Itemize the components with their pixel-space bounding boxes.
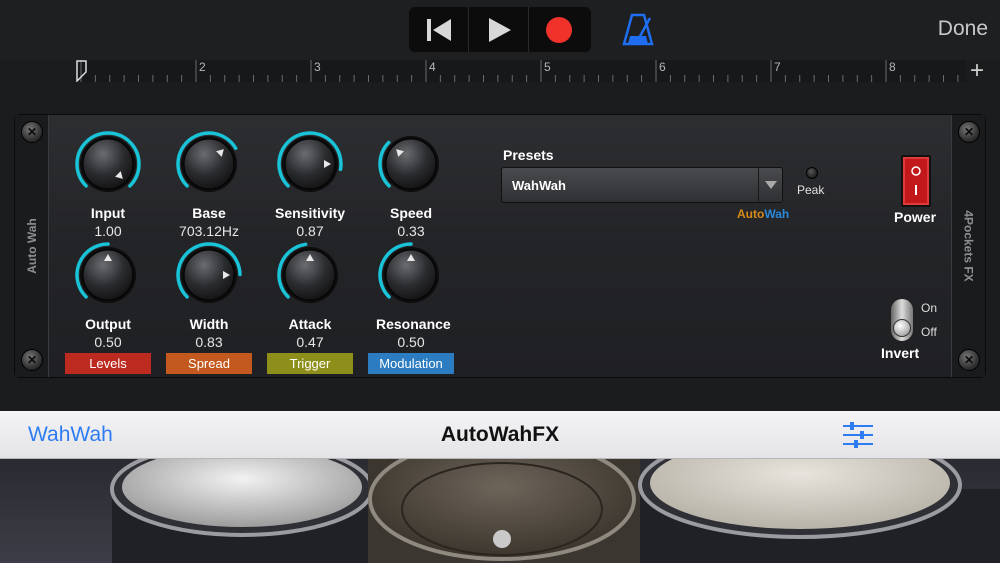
- knob-speed[interactable]: Speed 0.33: [376, 131, 446, 239]
- category-trigger: Trigger: [267, 353, 353, 374]
- transport-bar: Done: [0, 0, 1000, 60]
- dial-icon: [277, 131, 343, 192]
- rewind-button[interactable]: [409, 7, 469, 52]
- sliders-icon: [843, 422, 873, 448]
- rack-right-rail: 4Pockets FX: [951, 115, 985, 377]
- ruler-ticks: 2 3 4 5 6 7 8: [80, 60, 959, 82]
- preset-dropdown[interactable]: WahWah: [501, 167, 783, 203]
- play-icon: [488, 17, 511, 42]
- knob-label: Sensitivity: [275, 205, 346, 221]
- screw-icon: [21, 121, 43, 143]
- knob-value: 1.00: [94, 223, 122, 239]
- knob-value: 0.83: [195, 334, 223, 350]
- record-icon: [546, 16, 572, 43]
- dial-icon: [277, 242, 338, 303]
- ruler-bar-number: 3: [314, 60, 321, 74]
- knob-label: Input: [90, 205, 126, 221]
- plugin-side-label: Auto Wah: [25, 218, 39, 274]
- toggle-knob-icon: [893, 319, 911, 337]
- knob-attack[interactable]: Attack 0.47: [275, 242, 345, 350]
- knob-label: Width: [189, 316, 229, 332]
- category-levels: Levels: [65, 353, 151, 374]
- knob-label: Speed: [389, 205, 432, 221]
- drum-kit-illustration: [110, 459, 1000, 563]
- knob-value: 0.87: [296, 223, 324, 239]
- power-switch[interactable]: [901, 155, 931, 207]
- knob-value: 0.33: [397, 223, 425, 239]
- dial-icon: [378, 242, 439, 303]
- knob-label: Attack: [288, 316, 332, 332]
- knob-value: 703.12Hz: [179, 223, 239, 239]
- screw-icon: [958, 349, 980, 371]
- invert-toggle[interactable]: [890, 298, 914, 342]
- metronome-icon: [622, 13, 654, 46]
- knob-label: Resonance: [376, 316, 451, 332]
- dial-icon: [378, 136, 439, 192]
- peak-led-icon: [806, 167, 818, 179]
- invert-off-label: Off: [921, 325, 937, 339]
- knob-value: 0.47: [296, 334, 324, 350]
- knob-value: 0.50: [94, 334, 122, 350]
- skip-back-icon: [426, 18, 451, 41]
- category-spread: Spread: [166, 353, 252, 374]
- logo-text-part1: Auto: [737, 207, 765, 221]
- playhead-icon: [76, 60, 87, 83]
- peak-label: Peak: [797, 183, 825, 197]
- plugin-panel: Auto Wah 4Pockets FX Input 1.00 Base 703…: [14, 114, 986, 378]
- knob-sensitivity[interactable]: Sensitivity 0.87: [275, 131, 345, 239]
- add-section-button[interactable]: +: [970, 57, 984, 85]
- ruler-bar-number: 8: [889, 60, 896, 74]
- record-button[interactable]: [529, 7, 589, 52]
- screw-icon: [958, 121, 980, 143]
- vendor-side-label: 4Pockets FX: [961, 210, 975, 282]
- category-modulation: Modulation: [368, 353, 454, 374]
- autowah-logo: AutoWah: [737, 207, 789, 221]
- dial-icon: [75, 242, 136, 303]
- ruler-bar-number: 5: [544, 60, 551, 74]
- ruler-bar-number: 6: [659, 60, 666, 74]
- mixer-settings-button[interactable]: [842, 421, 874, 449]
- knob-output[interactable]: Output 0.50: [73, 242, 143, 350]
- screw-icon: [21, 349, 43, 371]
- knob-width[interactable]: Width 0.83: [174, 242, 244, 350]
- dial-icon: [176, 131, 238, 192]
- knob-input[interactable]: Input 1.00: [73, 131, 143, 239]
- power-rocker-icon: [911, 166, 921, 195]
- play-button[interactable]: [469, 7, 529, 52]
- knob-value: 0.50: [397, 334, 425, 350]
- metronome-button[interactable]: [620, 12, 656, 46]
- power-label: Power: [894, 209, 937, 225]
- logo-text-part2: Wah: [764, 207, 790, 221]
- presets-heading: Presets: [503, 147, 554, 163]
- timeline-ruler[interactable]: 2 3 4 5 6 7 8: [76, 60, 966, 82]
- playhead-marker[interactable]: [76, 60, 90, 87]
- chevron-down-icon[interactable]: [758, 168, 782, 202]
- knob-label: Base: [192, 205, 226, 221]
- knob-resonance[interactable]: Resonance 0.50: [376, 242, 451, 350]
- drum-kit-background: [0, 459, 1000, 563]
- rack-left-rail: Auto Wah: [15, 115, 49, 377]
- knob-label: Output: [85, 316, 131, 332]
- invert-label: Invert: [881, 345, 920, 361]
- knob-base[interactable]: Base 703.12Hz: [174, 131, 244, 239]
- ruler-bar-number: 4: [429, 60, 436, 74]
- ruler-bar-number: 2: [199, 60, 206, 74]
- dial-icon: [176, 242, 242, 303]
- dial-icon: [75, 131, 141, 192]
- transport-controls: [409, 7, 591, 52]
- done-button[interactable]: Done: [938, 17, 988, 41]
- ruler-bar-number: 7: [774, 60, 781, 74]
- invert-on-label: On: [921, 301, 938, 315]
- plugin-title-bar: WahWah AutoWahFX: [0, 411, 1000, 459]
- preset-value: WahWah: [512, 178, 566, 193]
